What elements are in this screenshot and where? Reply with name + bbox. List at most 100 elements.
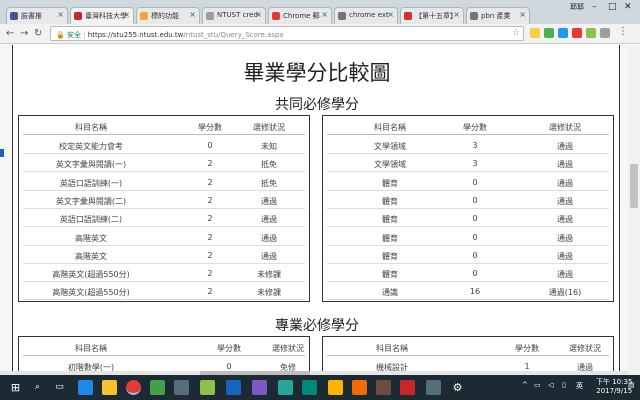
cell-status: 未修課 <box>257 288 281 298</box>
table-header-row: 科目名稱 學分數 選修狀況 <box>327 117 609 135</box>
chrome-icon[interactable] <box>126 380 141 395</box>
extension-icon-4[interactable] <box>572 28 582 38</box>
app-icon-3[interactable] <box>278 380 293 395</box>
scrollbar-thumb[interactable] <box>630 164 638 208</box>
extension-icon-1[interactable] <box>530 28 540 38</box>
tab-close-icon[interactable]: × <box>519 10 526 19</box>
cell-status: 抵免 <box>261 160 277 170</box>
forward-icon[interactable]: → <box>20 28 28 39</box>
volume-icon[interactable]: ◁ <box>548 381 553 389</box>
browser-tab[interactable]: pbn 產業 × <box>466 7 530 24</box>
browser-tab[interactable]: 臺灣科技大學 × <box>70 7 134 24</box>
cell-status: 通過(16) <box>548 288 582 298</box>
tab-close-icon[interactable]: × <box>321 10 328 19</box>
side-marker <box>0 149 4 157</box>
cell-credits: 0 <box>472 177 478 187</box>
close-window-icon[interactable]: ✕ <box>624 2 632 12</box>
table-row: 文學領域 3 通過 <box>327 136 609 154</box>
minimize-icon[interactable]: – <box>592 2 597 12</box>
reload-icon[interactable]: ↻ <box>34 28 42 39</box>
cell-credits: 0 <box>472 214 478 224</box>
file-explorer-icon[interactable] <box>102 380 117 395</box>
cell-name: 體育 <box>382 196 398 206</box>
table-row: 體育 0 通過 <box>327 246 609 264</box>
column-header-status: 選修狀況 <box>272 344 304 353</box>
column-header-name: 科目名稱 <box>376 344 408 353</box>
app-icon-1[interactable] <box>200 380 215 395</box>
maximize-icon[interactable]: □ <box>608 2 617 12</box>
taskbar: ⊞ ⌕ ▭ ⚙ ^ ▭ ◁ ▯ 英 下午 10:35 2017/9/15 ▤ <box>0 375 640 400</box>
clock-time: 下午 10:35 <box>596 378 633 386</box>
cell-credits: 0 <box>472 250 478 260</box>
cell-status: 未修課 <box>257 270 281 280</box>
column-header-status: 選修狀況 <box>253 123 285 132</box>
table-header-row: 科目名稱 學分數 選修狀況 <box>23 117 305 135</box>
app-icon-7[interactable] <box>376 380 391 395</box>
tab-close-icon[interactable]: × <box>255 10 262 19</box>
vertical-scrollbar[interactable] <box>628 45 640 375</box>
browser-tab[interactable]: NTUST cred × <box>202 7 266 24</box>
cell-credits: 3 <box>472 141 478 150</box>
app-icon-6[interactable] <box>352 380 367 395</box>
clock[interactable]: 下午 10:35 2017/9/15 <box>596 378 632 396</box>
tab-close-icon[interactable]: × <box>57 10 64 19</box>
browser-tab[interactable]: 標的功能 × <box>136 7 200 24</box>
cell-name: 英文字彙與閱讀(二) <box>55 196 127 206</box>
search-icon[interactable]: ⌕ <box>30 380 45 395</box>
edge-icon[interactable] <box>78 380 93 395</box>
table-header-row: 科目名稱 學分數 選修狀況 <box>23 338 305 356</box>
section-common-title: 共同必修學分 <box>275 97 359 113</box>
browser-tab[interactable]: chrome ext × <box>334 7 398 24</box>
tab-close-icon[interactable]: × <box>453 10 460 19</box>
visual-studio-icon[interactable] <box>226 380 241 395</box>
input-method-icon[interactable]: 英 <box>576 381 583 391</box>
cell-status: 通過 <box>557 196 573 206</box>
tab-label: 標的功能 <box>151 12 179 20</box>
menu-icon[interactable]: ⋮ <box>618 26 628 37</box>
tab-close-icon[interactable]: × <box>123 10 130 19</box>
extension-icon-6[interactable] <box>600 28 610 38</box>
tab-close-icon[interactable]: × <box>189 10 196 19</box>
table-row: 英語口語訓練(一) 2 抵免 <box>23 173 305 191</box>
cell-status: 通過 <box>557 178 573 188</box>
settings-gear-icon[interactable]: ⚙ <box>450 380 465 395</box>
tray-arrow-icon[interactable]: ^ <box>522 381 528 389</box>
app-icon-8[interactable] <box>400 380 415 395</box>
tab-close-icon[interactable]: × <box>387 10 394 19</box>
extension-icon-3[interactable] <box>558 28 568 38</box>
browser-tab[interactable]: Chrome 郵 × <box>268 7 332 24</box>
address-toolbar: ← → ↻ 🔒 安全 | https://stu255.ntust.edu.tw… <box>0 24 640 44</box>
address-input[interactable]: 🔒 安全 | https://stu255.ntust.edu.tw/ntust… <box>50 26 524 41</box>
windows-start-icon[interactable]: ⊞ <box>8 380 23 395</box>
cell-status: 通過 <box>557 215 573 225</box>
battery-icon[interactable]: ▯ <box>562 381 566 389</box>
table-row: 體育 0 通過 <box>327 264 609 283</box>
cell-credits: 2 <box>207 269 213 279</box>
cell-name: 通識 <box>382 288 398 298</box>
tab-favicon-icon <box>74 12 82 20</box>
notification-icon[interactable]: ▤ <box>628 381 635 389</box>
cell-credits: 16 <box>469 287 481 297</box>
cell-credits: 0 <box>226 362 232 371</box>
cell-status: 通過 <box>557 233 573 243</box>
tab-label: Chrome 郵 <box>283 12 320 20</box>
profile-name[interactable]: 耶耶 <box>570 2 584 12</box>
line-icon[interactable] <box>150 380 165 395</box>
extension-icon-2[interactable] <box>544 28 554 38</box>
app-icon-2[interactable] <box>252 380 267 395</box>
cell-credits: 2 <box>207 177 213 187</box>
browser-tab[interactable]: 臉書推 × <box>6 7 68 24</box>
app-icon-4[interactable] <box>302 380 317 395</box>
terminal-icon[interactable] <box>174 380 189 395</box>
column-header-status: 選修狀況 <box>569 344 601 353</box>
cell-credits: 0 <box>207 141 213 150</box>
network-icon[interactable]: ▭ <box>534 381 541 389</box>
bookmark-star-icon[interactable]: ☆ <box>512 28 520 38</box>
browser-tab[interactable]: 【第十五章】 × <box>400 7 464 24</box>
app-icon-9[interactable] <box>426 380 441 395</box>
app-icon-5[interactable] <box>328 380 343 395</box>
extension-icon-5[interactable] <box>586 28 596 38</box>
back-icon[interactable]: ← <box>6 28 14 39</box>
task-view-icon[interactable]: ▭ <box>52 380 67 395</box>
cell-status: 通過 <box>557 270 573 280</box>
